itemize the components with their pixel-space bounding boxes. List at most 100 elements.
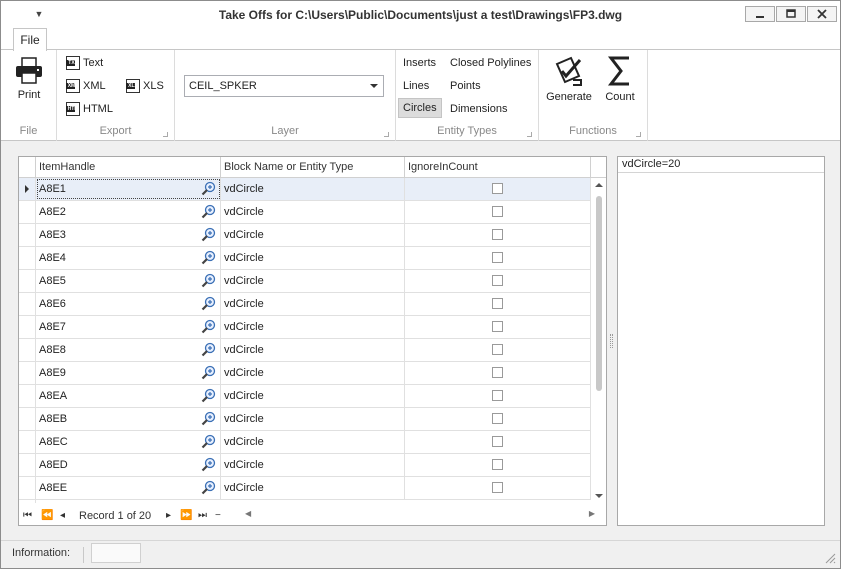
ignore-in-count-checkbox[interactable]	[492, 321, 503, 332]
itemhandle-cell[interactable]: A8EA	[36, 385, 221, 407]
points-button[interactable]: Points	[446, 76, 485, 96]
ignore-in-count-checkbox[interactable]	[492, 367, 503, 378]
layer-dialog-launcher[interactable]	[384, 132, 389, 137]
zoom-to-icon[interactable]	[201, 181, 216, 196]
ignore-in-count-checkbox[interactable]	[492, 459, 503, 470]
block-name-cell[interactable]: vdCircle	[221, 454, 405, 476]
row-indicator[interactable]	[19, 293, 36, 315]
block-name-cell[interactable]: vdCircle	[221, 431, 405, 453]
previous-page-button[interactable]: ⏪	[41, 509, 53, 523]
delete-record-button[interactable]: −	[215, 509, 221, 523]
next-record-button[interactable]: ▸	[166, 509, 171, 523]
count-button[interactable]: Count	[600, 54, 640, 103]
zoom-to-icon[interactable]	[201, 227, 216, 242]
ignore-in-count-checkbox[interactable]	[492, 413, 503, 424]
scroll-up-icon[interactable]	[595, 183, 603, 187]
table-row[interactable]: A8E3 vdCircle	[19, 224, 591, 247]
itemhandle-cell[interactable]: A8E5	[36, 270, 221, 292]
scroll-thumb[interactable]	[596, 196, 602, 391]
ignore-in-count-checkbox[interactable]	[492, 183, 503, 194]
close-button[interactable]	[807, 6, 837, 22]
generate-button[interactable]: Generate	[544, 54, 594, 103]
layer-dropdown[interactable]: CEIL_SPKER	[184, 75, 384, 97]
block-name-cell[interactable]: vdCircle	[221, 270, 405, 292]
itemhandle-cell[interactable]: A8E2	[36, 201, 221, 223]
block-name-cell[interactable]: vdCircle	[221, 316, 405, 338]
zoom-to-icon[interactable]	[201, 273, 216, 288]
itemhandle-cell[interactable]: A8EB	[36, 408, 221, 430]
block-name-cell[interactable]: vdCircle	[221, 201, 405, 223]
export-dialog-launcher[interactable]	[163, 132, 168, 137]
itemhandle-cell[interactable]: A8E3	[36, 224, 221, 246]
itemhandle-cell[interactable]: A8E1	[36, 178, 221, 200]
ignore-in-count-checkbox[interactable]	[492, 482, 503, 493]
itemhandle-cell[interactable]: A8E8	[36, 339, 221, 361]
itemhandle-cell[interactable]: A8EE	[36, 477, 221, 499]
row-indicator[interactable]	[19, 500, 36, 503]
itemhandle-cell[interactable]: A8ED	[36, 454, 221, 476]
table-row[interactable]: A8ED vdCircle	[19, 454, 591, 477]
zoom-to-icon[interactable]	[201, 365, 216, 380]
export-xml-button[interactable]: XML XML	[63, 76, 109, 96]
row-indicator[interactable]	[19, 178, 36, 200]
ignore-in-count-checkbox[interactable]	[492, 229, 503, 240]
lines-button[interactable]: Lines	[399, 76, 433, 96]
row-indicator[interactable]	[19, 316, 36, 338]
export-text-button[interactable]: TXT Text	[63, 53, 106, 73]
ignore-in-count-checkbox[interactable]	[492, 206, 503, 217]
row-indicator[interactable]	[19, 224, 36, 246]
export-xls-button[interactable]: XLS XLS	[123, 76, 167, 96]
block-name-cell[interactable]: vdCircle	[221, 224, 405, 246]
inserts-button[interactable]: Inserts	[399, 53, 440, 73]
itemhandle-cell[interactable]: A8E9	[36, 362, 221, 384]
dimensions-button[interactable]: Dimensions	[446, 99, 511, 119]
ignore-in-count-checkbox[interactable]	[492, 275, 503, 286]
row-indicator[interactable]	[19, 362, 36, 384]
zoom-to-icon[interactable]	[201, 480, 216, 495]
scroll-right-icon[interactable]: ▶	[589, 509, 595, 518]
zoom-to-icon[interactable]	[201, 319, 216, 334]
row-indicator[interactable]	[19, 339, 36, 361]
previous-record-button[interactable]: ◂	[60, 509, 65, 523]
table-row[interactable]: A8E9 vdCircle	[19, 362, 591, 385]
vertical-scrollbar[interactable]	[592, 178, 606, 503]
table-row[interactable]: A8E1 vdCircle	[19, 178, 591, 201]
table-row[interactable]: A8E6 vdCircle	[19, 293, 591, 316]
row-indicator[interactable]	[19, 201, 36, 223]
itemhandle-cell[interactable]: A8E7	[36, 316, 221, 338]
column-header-block-name[interactable]: Block Name or Entity Type	[221, 157, 405, 178]
table-row[interactable]: A8E7 vdCircle	[19, 316, 591, 339]
table-row[interactable]: A8EC vdCircle	[19, 431, 591, 454]
scroll-down-icon[interactable]	[595, 494, 603, 498]
resize-grip-icon[interactable]	[824, 552, 836, 564]
ignore-in-count-checkbox[interactable]	[492, 298, 503, 309]
zoom-to-icon[interactable]	[201, 250, 216, 265]
zoom-to-icon[interactable]	[201, 388, 216, 403]
closed-polylines-button[interactable]: Closed Polylines	[446, 53, 535, 73]
row-indicator[interactable]	[19, 408, 36, 430]
ignore-in-count-checkbox[interactable]	[492, 252, 503, 263]
ignore-in-count-checkbox[interactable]	[492, 436, 503, 447]
table-row[interactable]: A8E8 vdCircle	[19, 339, 591, 362]
scroll-left-icon[interactable]: ◀	[245, 509, 251, 518]
block-name-cell[interactable]: vdCircle	[221, 293, 405, 315]
block-name-cell[interactable]: vdCircle	[221, 385, 405, 407]
export-html-button[interactable]: HTM HTML	[63, 99, 116, 119]
row-indicator[interactable]	[19, 385, 36, 407]
functions-dialog-launcher[interactable]	[636, 132, 641, 137]
zoom-to-icon[interactable]	[201, 434, 216, 449]
table-row[interactable]: A8E5 vdCircle	[19, 270, 591, 293]
zoom-to-icon[interactable]	[201, 296, 216, 311]
print-button[interactable]: Print	[9, 56, 49, 101]
table-row[interactable]: A8EE vdCircle	[19, 477, 591, 500]
circles-button[interactable]: Circles	[398, 98, 442, 118]
next-page-button[interactable]: ⏩	[180, 509, 192, 523]
column-header-itemhandle[interactable]: ItemHandle	[36, 157, 221, 178]
ignore-in-count-checkbox[interactable]	[492, 344, 503, 355]
itemhandle-cell[interactable]: A8EC	[36, 431, 221, 453]
row-indicator[interactable]	[19, 270, 36, 292]
ignore-in-count-checkbox[interactable]	[492, 390, 503, 401]
column-header-ignoreincount[interactable]: IgnoreInCount	[405, 157, 591, 178]
zoom-to-icon[interactable]	[201, 411, 216, 426]
row-indicator[interactable]	[19, 454, 36, 476]
